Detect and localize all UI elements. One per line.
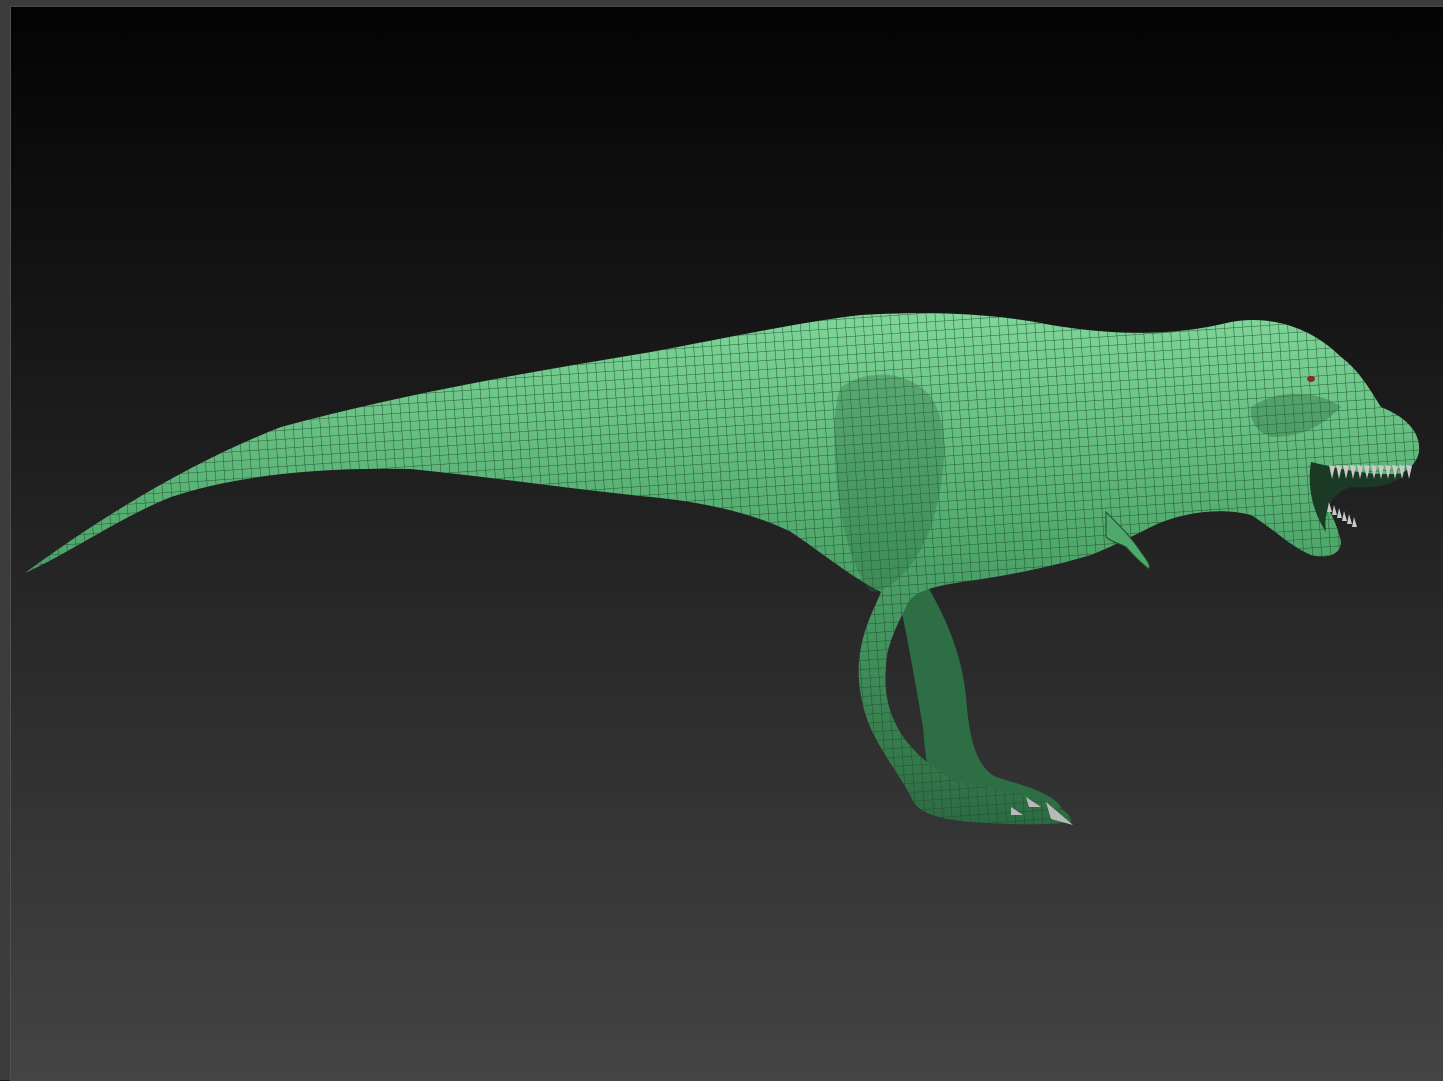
- eye: [1307, 376, 1315, 382]
- viewport-canvas[interactable]: [11, 7, 1443, 1081]
- viewport-background: [11, 7, 1443, 1081]
- app-frame: [0, 0, 1443, 1081]
- 3d-viewport[interactable]: [10, 6, 1443, 1081]
